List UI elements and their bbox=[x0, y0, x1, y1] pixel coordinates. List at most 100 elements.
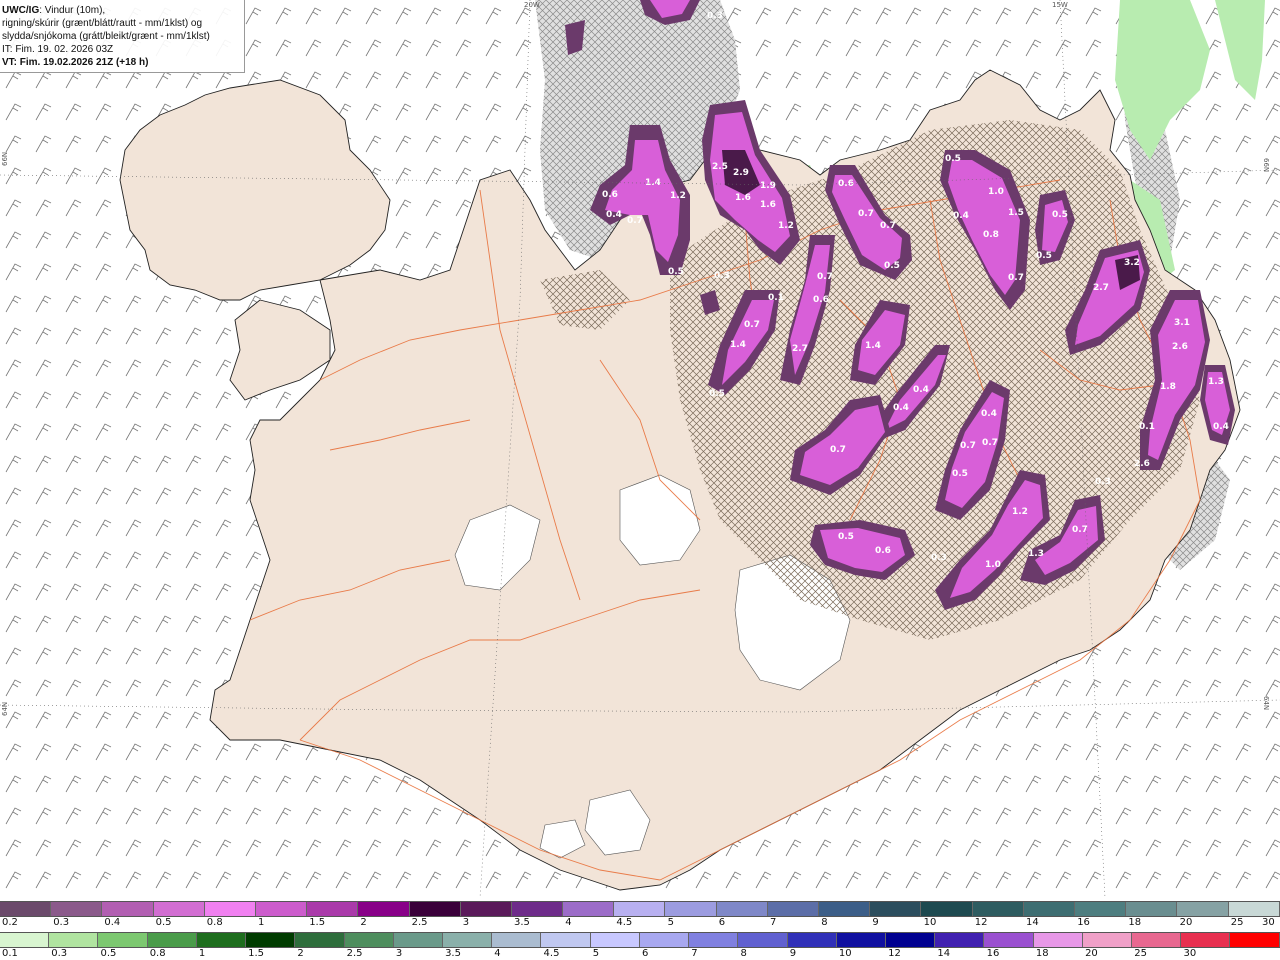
forecast-map[interactable]: 0.3 1.4 1.2 0.6 0.4 0.7 0.5 2.5 2.9 1.9 … bbox=[0, 0, 1280, 898]
legend-tick-label: 4.5 bbox=[616, 917, 633, 928]
legend-swatch bbox=[972, 902, 1024, 916]
legend-tick-label: 0.3 bbox=[53, 917, 70, 928]
precip-label: 0.7 bbox=[830, 445, 846, 455]
precip-label: 2.5 bbox=[712, 162, 728, 172]
precip-label: 0.3 bbox=[714, 271, 730, 281]
legend-tick-label: 20 bbox=[1085, 948, 1098, 959]
legend-tick-label: 0.5 bbox=[100, 948, 117, 959]
precip-label: 0.5 bbox=[668, 267, 684, 277]
legend-tick-label: 4 bbox=[494, 948, 501, 959]
precip-label: 0.1 bbox=[768, 293, 784, 303]
legend-swatch bbox=[1230, 933, 1280, 947]
precip-label: 0.7 bbox=[880, 221, 896, 231]
legend-tick-label: 9 bbox=[872, 917, 879, 928]
legend-tick-label: 30 bbox=[1183, 948, 1197, 959]
precip-label: 1.2 bbox=[778, 221, 794, 231]
legend-tick-label: 6 bbox=[642, 948, 649, 959]
legend-tick-label: 10 bbox=[838, 948, 852, 959]
precip-label: 0.5 bbox=[884, 261, 900, 271]
legend-tick-label: 7 bbox=[770, 917, 777, 928]
legend-swatch bbox=[870, 902, 922, 916]
legend-swatch bbox=[665, 902, 717, 916]
snow-description: slydda/snjókoma (grátt/bleikt/grænt - mm… bbox=[2, 31, 210, 42]
precip-label: 0.3 bbox=[707, 11, 723, 21]
legend-swatch bbox=[1082, 933, 1133, 947]
legend-tick-label: 2.5 bbox=[411, 917, 428, 928]
lat-label-64n-right: 64N bbox=[1262, 696, 1270, 711]
legend-swatch bbox=[1023, 902, 1075, 916]
legend-swatch bbox=[541, 933, 591, 947]
legend-swatch bbox=[196, 933, 247, 947]
lon-label-20w: 20W bbox=[524, 1, 540, 9]
legend-swatch bbox=[295, 933, 345, 947]
snow-color-scale: 0.2 0.3 0.4 0.5 0.8 1 1.5 2 2.5 3 3.5 4 4.5 5 6 7 8 9 10 12… bbox=[0, 898, 1280, 929]
legend-swatch bbox=[358, 902, 410, 916]
legend-tick-label: 5 bbox=[667, 917, 674, 928]
legend-tick-label: 8 bbox=[821, 917, 828, 928]
legend-swatch bbox=[393, 933, 443, 947]
legend-tick-label: 9 bbox=[789, 948, 797, 959]
legend-tick-label: 4 bbox=[565, 917, 572, 928]
legend-swatch bbox=[98, 933, 148, 947]
legend-swatch bbox=[49, 933, 99, 947]
legend-tick-label: 2.5 bbox=[346, 948, 363, 959]
legend-tick-label: 16 bbox=[1077, 917, 1090, 928]
precip-label: 2.7 bbox=[1093, 283, 1109, 293]
legend-swatch bbox=[1126, 902, 1178, 916]
legend-tick-label: 3 bbox=[395, 948, 403, 959]
legend-swatch bbox=[716, 902, 768, 916]
initial-time: IT: Fim. 19. 02. 2026 03Z bbox=[2, 44, 114, 55]
legend-swatch bbox=[442, 933, 493, 947]
legend-swatch bbox=[204, 902, 256, 916]
legend-tick-label: 25 bbox=[1134, 948, 1148, 959]
legend-tick-label: 0.4 bbox=[104, 917, 121, 928]
legend-swatch bbox=[590, 933, 640, 947]
precip-label: 0.3 bbox=[931, 553, 947, 563]
legend-tick-label: 12 bbox=[888, 948, 901, 959]
precip-label: 0.1 bbox=[1139, 422, 1155, 432]
legend-swatch bbox=[639, 933, 690, 947]
legend-swatch bbox=[0, 902, 52, 916]
legend-swatch bbox=[921, 902, 973, 916]
lon-label-15w: 15W bbox=[1052, 1, 1068, 9]
lat-label-64n-left: 64N bbox=[1, 701, 9, 716]
precip-label: 0.4 bbox=[953, 211, 969, 221]
precip-label: 0.5 bbox=[709, 389, 725, 399]
precip-label: 1.8 bbox=[1160, 382, 1176, 392]
legend-tick-label: 1.5 bbox=[309, 917, 326, 928]
legend-swatch bbox=[1228, 902, 1280, 916]
precip-label: 0.6 bbox=[813, 295, 829, 305]
lat-label-66n-right: 66N bbox=[1262, 158, 1270, 173]
legend-tick-label: 18 bbox=[1035, 948, 1049, 959]
legend-swatch bbox=[460, 902, 512, 916]
legend-tick-label: 0.3 bbox=[51, 948, 68, 959]
legend-tick-label: 0.8 bbox=[206, 917, 223, 928]
legend-tick-label: 10 bbox=[923, 917, 937, 928]
legend-tick-label: 4.5 bbox=[543, 948, 560, 959]
precip-label: 0.5 bbox=[945, 154, 961, 164]
legend-swatch bbox=[1177, 902, 1229, 916]
legend-tick-label: 25 bbox=[1230, 917, 1244, 928]
precip-label: 3.2 bbox=[1124, 258, 1140, 268]
legend-swatch bbox=[1181, 933, 1231, 947]
legend-tick-label: 3 bbox=[462, 917, 470, 928]
legend-tick-label: 12 bbox=[974, 917, 988, 928]
precip-label: 0.6 bbox=[602, 190, 618, 200]
legend-tick-label: 3.5 bbox=[445, 948, 461, 959]
legend-tick-label: 0.2 bbox=[2, 917, 18, 928]
rain-ticks: 0.1 0.3 0.5 0.8 1 1.5 2 2.5 3 3.5 4 4.5 5 6 7 8 9 10 12 14 1… bbox=[0, 948, 1280, 960]
precip-label: 1.4 bbox=[730, 340, 746, 350]
precip-label: 1.4 bbox=[645, 178, 661, 188]
precip-label: 3.1 bbox=[1174, 318, 1190, 328]
legend-swatch bbox=[836, 933, 886, 947]
precip-label: 0.4 bbox=[1213, 422, 1229, 432]
legend-swatch bbox=[511, 902, 564, 916]
legend-swatch bbox=[344, 933, 394, 947]
legend-swatch bbox=[819, 902, 871, 916]
precip-label: 1.2 bbox=[670, 191, 686, 201]
snow-swatches bbox=[0, 901, 1280, 917]
precip-label: 0.6 bbox=[875, 546, 891, 556]
legend-swatch bbox=[787, 933, 837, 947]
precip-label: 2.9 bbox=[733, 168, 749, 178]
legend-swatch bbox=[689, 933, 739, 947]
